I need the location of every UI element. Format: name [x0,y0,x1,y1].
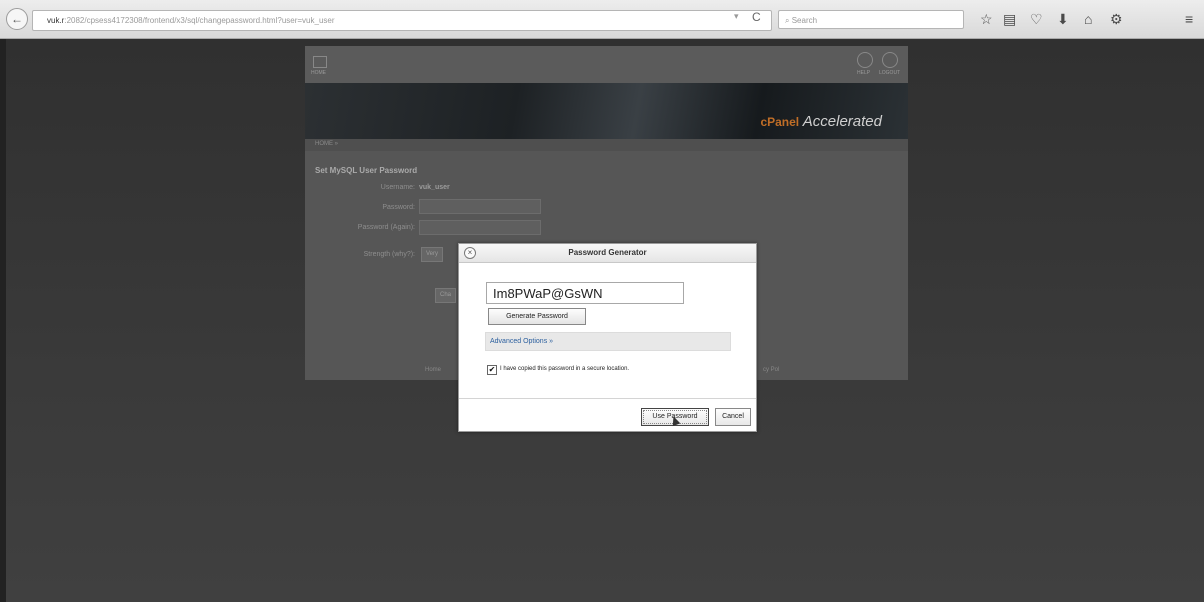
download-icon[interactable]: ⬇ [1057,10,1069,28]
page-title: Set MySQL User Password [315,166,418,175]
password-field[interactable] [419,199,541,214]
copied-password-label: I have copied this password in a secure … [500,366,630,372]
home-icon[interactable] [313,56,327,68]
dialog-title: Password Generator [459,244,756,263]
breadcrumb-bar [305,139,908,151]
home-icon[interactable]: ⌂ [1084,10,1092,28]
cpanel-banner [305,83,908,139]
generate-password-button[interactable]: Generate Password [488,308,586,325]
password-label: Password: [382,204,415,211]
footer-home-link[interactable]: Home [425,367,441,373]
clipboard-icon[interactable]: ▤ [1003,10,1016,28]
advanced-options-link[interactable]: Advanced Options » [490,333,553,350]
strength-label: Strength (why?): [363,251,415,258]
search-input[interactable]: ⌕ Search [778,10,964,29]
generated-password-input[interactable] [486,282,684,304]
password-again-label: Password (Again): [357,224,415,231]
browser-toolbar: ← vuk.r:2082/cpsess4172308/frontend/x3/s… [0,0,1204,39]
breadcrumb[interactable]: HOME » [315,141,338,147]
pocket-icon[interactable]: ♡ [1030,10,1043,28]
footer-privacy-link[interactable]: cy Pol [763,367,779,373]
logout-label: LOGOUT [879,70,901,76]
cpanel-topbar [305,46,908,83]
close-icon[interactable]: × [464,247,476,259]
dialog-divider [459,398,756,399]
username-label: Username: [380,184,415,191]
search-placeholder: Search [791,16,818,25]
addon-icon[interactable]: ⚙ [1110,10,1123,28]
url-host: vuk.r [47,16,65,25]
password-generator-dialog: Password Generator × Generate Password A… [458,243,757,432]
change-password-button[interactable]: Cha [435,288,457,303]
help-icon[interactable] [857,52,873,68]
strength-meter: Very [421,247,444,262]
logout-icon[interactable] [882,52,898,68]
reload-icon[interactable]: C [752,10,761,24]
url-path: :2082/cpsess4172308/frontend/x3/sql/chan… [64,16,335,25]
cancel-button[interactable]: Cancel [715,408,751,426]
menu-icon[interactable]: ≡ [1185,10,1193,28]
username-value: vuk_user [419,184,450,191]
password-again-field[interactable] [419,220,541,235]
url-dropdown-icon[interactable]: ▾ [734,11,739,22]
back-button[interactable]: ← [6,8,28,30]
search-icon: ⌕ [785,16,792,25]
star-icon[interactable]: ☆ [980,10,993,28]
cpanel-logo: cPanel Accelerated [760,113,882,130]
url-bar[interactable]: vuk.r:2082/cpsess4172308/frontend/x3/sql… [32,10,772,31]
help-label: HELP [857,70,871,76]
advanced-options-bar: Advanced Options » [485,332,731,351]
copied-password-checkbox[interactable]: ✔ [487,365,497,375]
home-label: HOME [311,70,326,76]
